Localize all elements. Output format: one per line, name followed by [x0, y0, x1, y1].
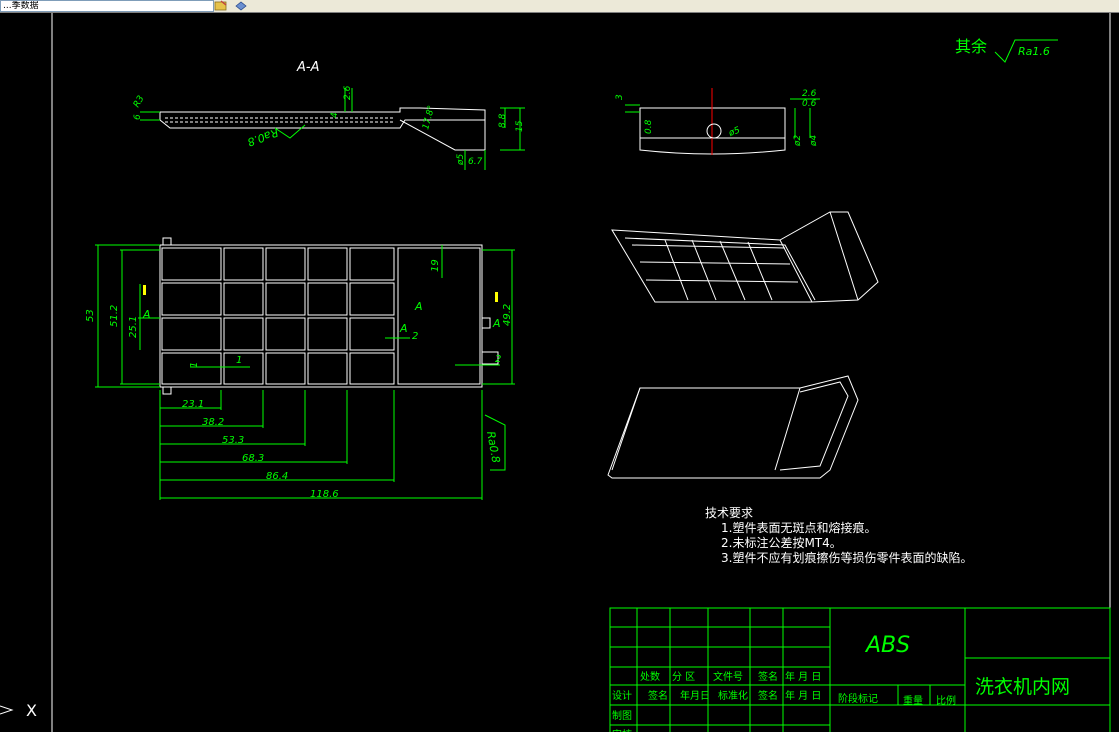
tech-requirements-title: 技术要求 — [705, 506, 754, 520]
folder-icon[interactable] — [214, 0, 228, 11]
section-dim: 8.8 — [498, 113, 508, 128]
svg-text:文件号: 文件号 — [713, 670, 743, 683]
svg-text:A: A — [399, 322, 408, 335]
section-dim: R3 — [132, 94, 147, 110]
svg-text:年 月 日: 年 月 日 — [785, 670, 821, 683]
side-dim: ø2 — [793, 134, 803, 147]
roughness-label: Ra1.6 — [1018, 45, 1050, 58]
side-view: 3 0.8 2.6 0.6 ø5 ø2 ø4 — [615, 88, 820, 155]
section-view: A-A R3 6 2.6 4 17.8° 8.8 15 ø5 6.7 Ra0.8 — [132, 60, 525, 170]
tech-requirement-item: 2.未标注公差按MT4。 — [721, 536, 842, 550]
plan-dim: 25.1 — [128, 316, 139, 338]
address-field[interactable]: ...季数据 — [0, 0, 214, 12]
plan-dim: 51.2 — [109, 305, 120, 327]
plan-dim: 2 — [412, 331, 418, 342]
surface-finish-note: 其余 Ra1.6 — [955, 37, 1058, 63]
toolbar: ...季数据 — [0, 0, 1119, 13]
section-dim: 6.7 — [468, 157, 483, 167]
ucs-icon: X — [0, 701, 37, 720]
svg-text:分 区: 分 区 — [672, 671, 695, 683]
svg-text:设计: 设计 — [612, 689, 632, 702]
svg-text:年月日: 年月日 — [680, 689, 710, 702]
side-dim: ø5 — [727, 125, 742, 139]
plan-dim: 49.2 — [502, 304, 513, 326]
layer-icon[interactable] — [234, 0, 248, 11]
section-label: A-A — [296, 60, 319, 75]
svg-text:处数: 处数 — [640, 670, 660, 683]
isometric-view-top — [611, 211, 879, 303]
svg-text:审核: 审核 — [612, 728, 632, 732]
drawing-canvas[interactable]: 其余 Ra1.6 A-A R3 6 2.6 4 17.8° 8.8 15 ø5 … — [0, 13, 1119, 732]
plan-dim: 86.4 — [266, 471, 288, 482]
plan-dim: 1 — [236, 355, 242, 366]
plan-dim: 38.2 — [202, 417, 224, 428]
svg-text:X: X — [26, 701, 37, 720]
section-dim: ø5 — [456, 153, 466, 166]
tech-requirements: 技术要求 1.塑件表面无斑点和熔接痕。 2.未标注公差按MT4。 3.塑件不应有… — [705, 506, 972, 566]
svg-text:A: A — [492, 317, 501, 330]
svg-text:阶段标记: 阶段标记 — [838, 692, 878, 705]
roughness-label: Ra0.8 — [484, 430, 502, 464]
side-dim: 0.6 — [802, 99, 817, 109]
isometric-view-bottom — [607, 375, 859, 479]
plan-dim: 53.3 — [222, 435, 244, 446]
side-dim: 0.8 — [644, 119, 654, 134]
section-marker: A A A A — [142, 285, 501, 335]
section-dim: 15 — [515, 120, 525, 132]
svg-text:制图: 制图 — [612, 709, 632, 722]
title-block-text: 处数 分 区 文件号 签名 年 月 日 设计 签名 年月日 标准化 签名 年 月… — [612, 670, 956, 732]
svg-text:签名: 签名 — [758, 670, 778, 683]
svg-text:A: A — [142, 308, 151, 321]
section-dim: 2.6 — [343, 85, 353, 100]
plan-dim: 1 — [189, 362, 200, 368]
plan-dim: 19 — [430, 259, 441, 272]
roughness-label: Ra0.8 — [246, 126, 280, 149]
svg-text:比例: 比例 — [936, 694, 956, 707]
svg-text:标准化: 标准化 — [718, 689, 748, 702]
tech-requirement-item: 1.塑件表面无斑点和熔接痕。 — [721, 521, 877, 535]
svg-text:年 月 日: 年 月 日 — [785, 689, 821, 702]
material-label: ABS — [864, 633, 910, 658]
svg-text:签名: 签名 — [758, 689, 778, 702]
svg-text:重量: 重量 — [903, 694, 923, 707]
side-dim: 2.6 — [802, 89, 817, 99]
company-label: 洗衣机内网 — [975, 676, 1070, 698]
plan-dim: 23.1 — [182, 399, 204, 410]
side-dim: 3 — [615, 94, 625, 100]
plan-dim: 2 — [495, 354, 501, 365]
plan-dim: 68.3 — [242, 453, 264, 464]
section-dim: 4 — [330, 112, 340, 118]
other-label: 其余 — [955, 37, 987, 56]
svg-text:签名: 签名 — [648, 689, 668, 702]
svg-text:A: A — [414, 300, 423, 313]
section-dim: 6 — [133, 114, 143, 120]
plan-dim: 53 — [85, 309, 96, 322]
plan-view: 53 51.2 25.1 19 49.2 1 1 2 2 23.1 38.2 5… — [85, 237, 515, 500]
side-dim: ø4 — [809, 134, 819, 147]
title-block — [609, 607, 1111, 732]
plan-dim: 118.6 — [310, 489, 339, 500]
tech-requirement-item: 3.塑件不应有划痕擦伤等损伤零件表面的缺陷。 — [721, 551, 973, 565]
